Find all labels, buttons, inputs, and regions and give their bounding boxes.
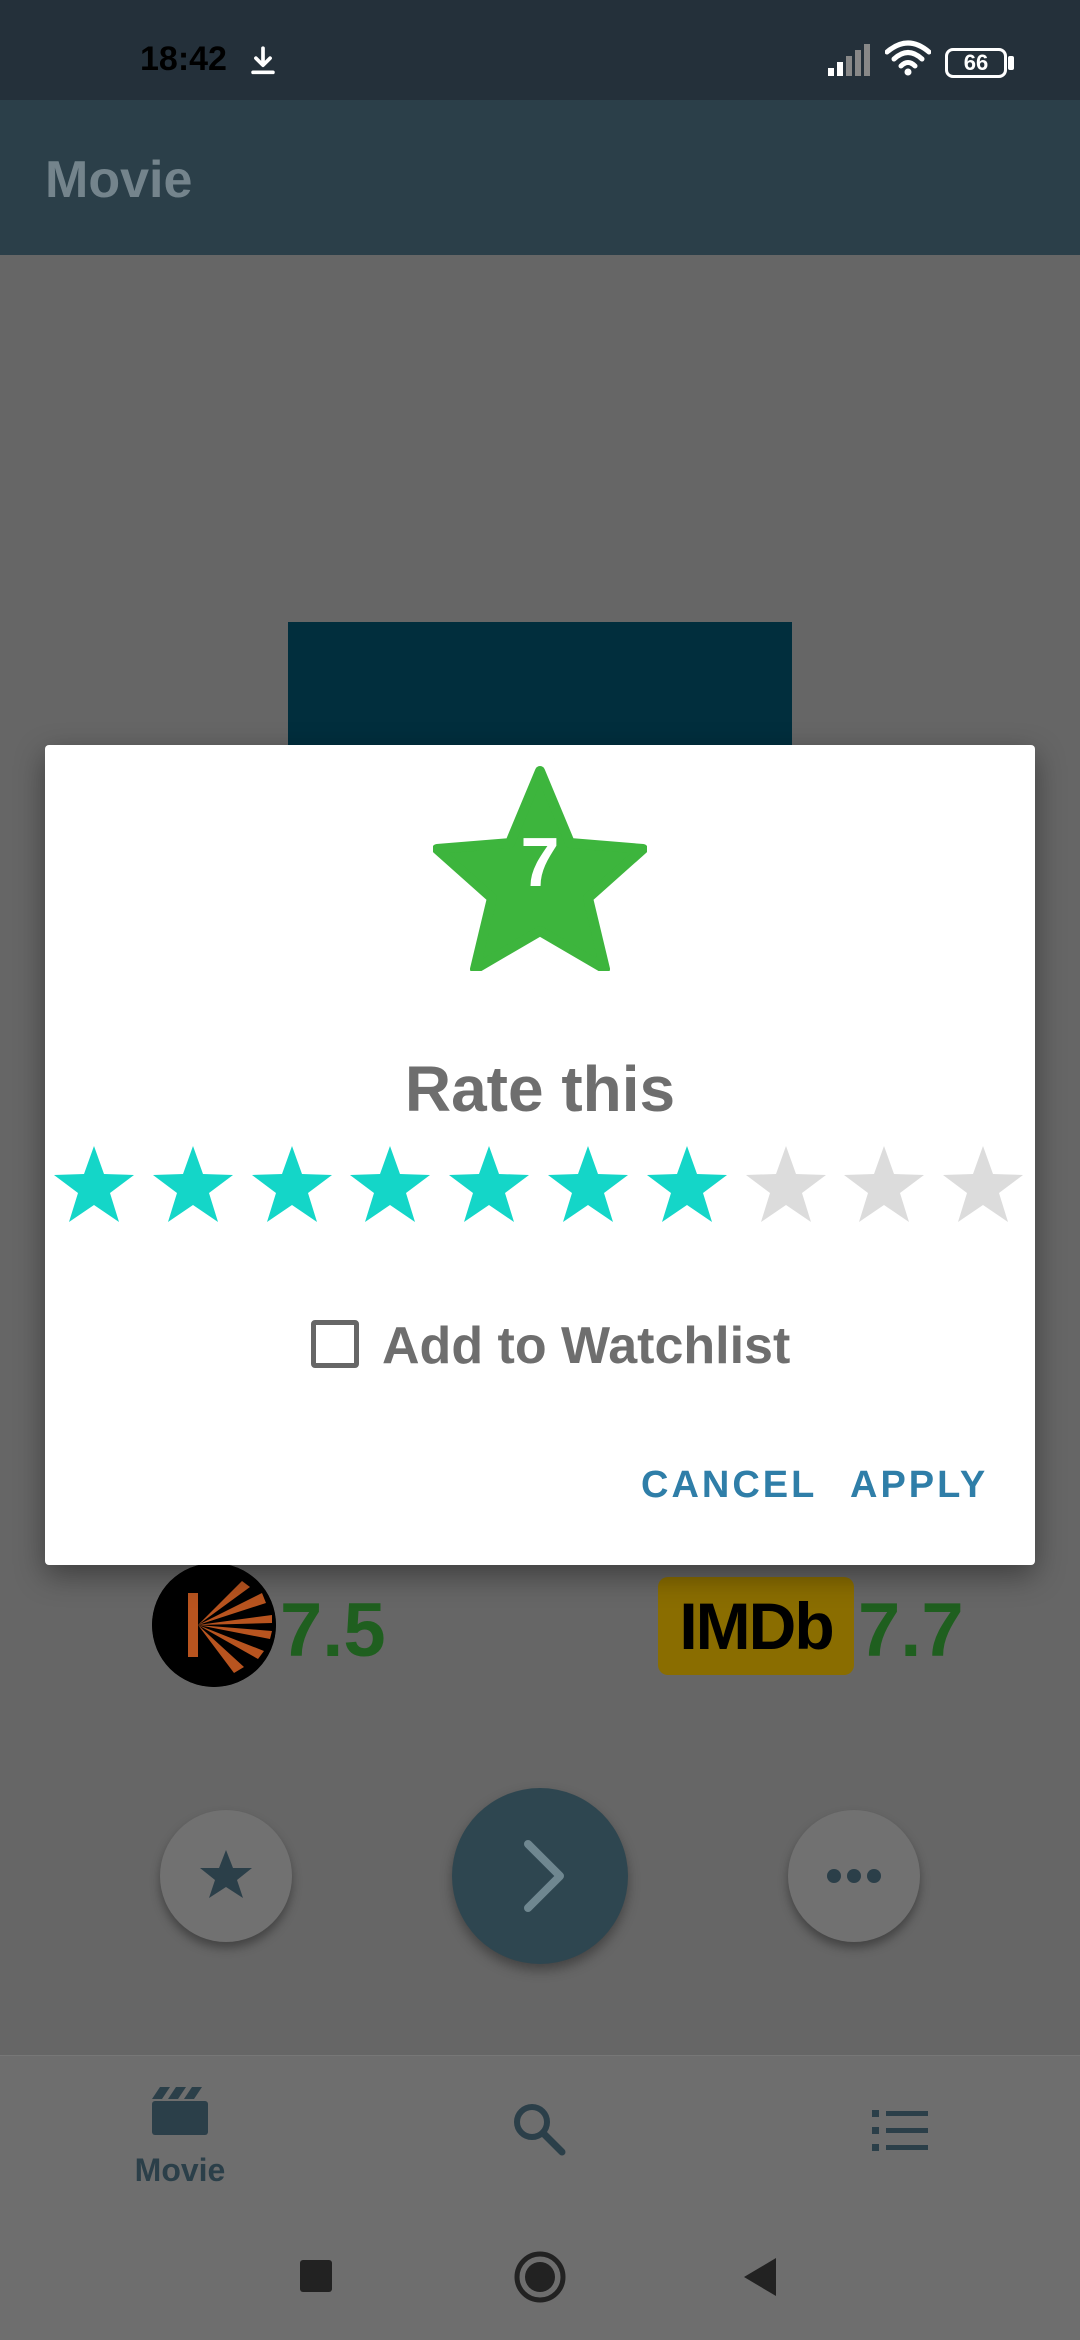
rating-star-3[interactable]	[248, 1142, 336, 1230]
rating-star-1[interactable]	[50, 1142, 138, 1230]
rating-star-9[interactable]	[840, 1142, 928, 1230]
watchlist-checkbox-label[interactable]: Add to Watchlist	[382, 1316, 790, 1376]
rating-star-7[interactable]	[643, 1142, 731, 1230]
watchlist-checkbox[interactable]	[311, 1320, 359, 1368]
rating-star-10[interactable]	[939, 1142, 1027, 1230]
rating-star-5[interactable]	[445, 1142, 533, 1230]
apply-button[interactable]: APPLY	[850, 1464, 988, 1507]
selected-rating-value: 7	[520, 823, 560, 901]
cancel-button[interactable]: CANCEL	[641, 1464, 817, 1507]
rating-star-8[interactable]	[742, 1142, 830, 1230]
rating-star-6[interactable]	[544, 1142, 632, 1230]
dialog-title: Rate this	[404, 1053, 676, 1125]
rating-stars	[50, 1142, 1030, 1238]
rating-star-2[interactable]	[149, 1142, 237, 1230]
rating-star-4[interactable]	[346, 1142, 434, 1230]
